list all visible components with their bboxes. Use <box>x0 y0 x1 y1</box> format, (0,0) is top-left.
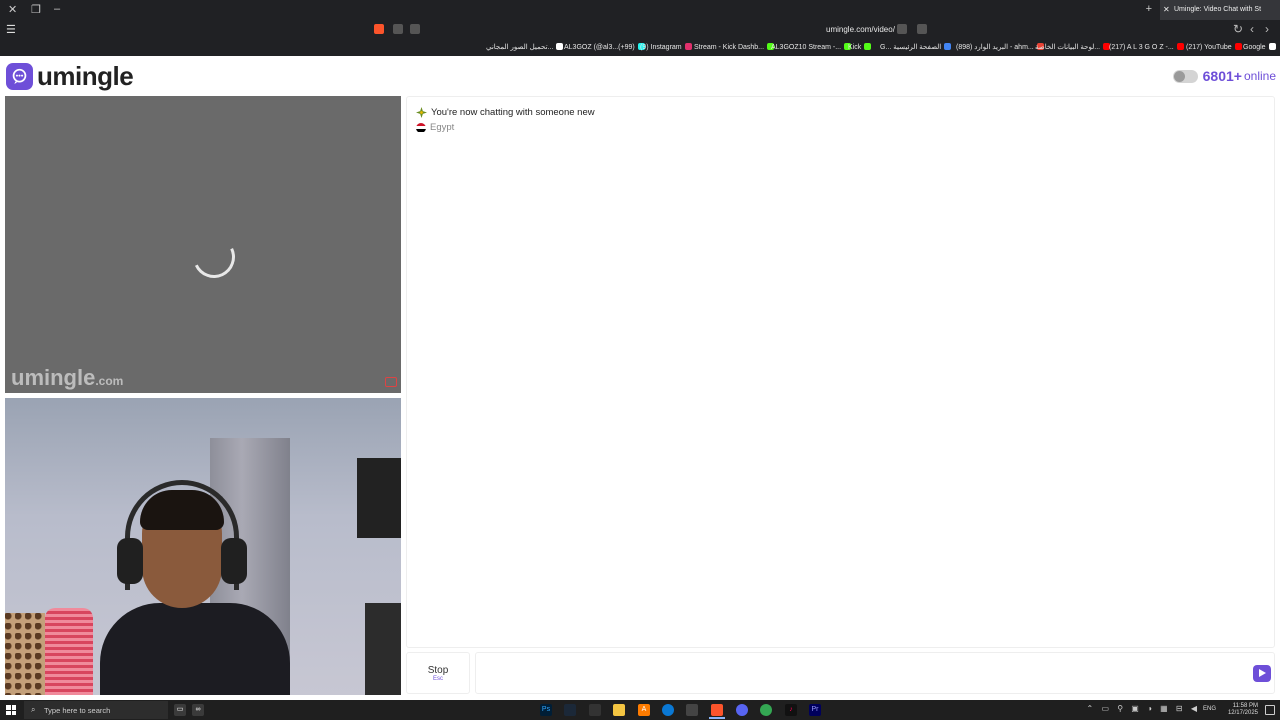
browser-address-bar: ☰ umingle.com/video/ ↻ ‹ › <box>0 20 1280 40</box>
google-icon <box>1268 43 1276 50</box>
bookmark-item[interactable]: (898) البريد الوارد - ahm... <box>956 43 1044 51</box>
widgets-icon[interactable]: ∞ <box>192 704 204 716</box>
system-tray-icons[interactable]: ⌃ ▭ ⚲ ▣ ◑ ▦ ⊟ ◀ <box>1087 704 1200 713</box>
youtube-icon <box>1176 43 1184 50</box>
bookmark-item[interactable]: Kick <box>848 43 872 51</box>
task-view-icon[interactable]: ▭ <box>174 704 186 716</box>
brave-icon[interactable] <box>711 704 723 716</box>
premiere-icon[interactable]: Pr <box>809 704 821 716</box>
photoshop-icon[interactable]: Ps <box>540 704 552 716</box>
bookmark-item[interactable]: (9) Instagram <box>640 43 692 51</box>
edge-icon[interactable] <box>662 704 674 716</box>
forward-icon[interactable]: › <box>1265 22 1269 36</box>
taskbar-search-placeholder: Type here to search <box>44 706 111 715</box>
windows-start-icon[interactable] <box>6 705 16 715</box>
brave-shield-icon[interactable] <box>374 24 384 34</box>
instagram-icon <box>684 43 692 50</box>
minimize-window-icon[interactable]: – <box>54 3 60 15</box>
bookmark-item[interactable]: AL3GOZ10 Stream -... <box>771 43 852 51</box>
reload-icon[interactable]: ↻ <box>1233 22 1243 36</box>
calculator-icon[interactable] <box>589 704 601 716</box>
logo-text: umingle <box>37 60 134 91</box>
menu-icon[interactable]: ☰ <box>6 23 16 36</box>
store-icon[interactable] <box>686 704 698 716</box>
language-indicator[interactable]: ENG <box>1203 706 1216 712</box>
stop-shortcut-hint: Esc <box>432 676 443 682</box>
close-tab-icon[interactable]: ✕ <box>1163 5 1170 14</box>
file-explorer-icon[interactable] <box>613 704 625 716</box>
theme-toggle[interactable] <box>1172 69 1198 83</box>
chrome-icon[interactable] <box>760 704 772 716</box>
url-text[interactable]: umingle.com/video/ <box>826 25 895 34</box>
headset-ear-right <box>221 538 247 584</box>
bookmark-item[interactable]: AL3GOZ (@al3...(+99) <box>564 43 645 51</box>
person-body <box>100 603 290 695</box>
search-icon: ⌕ <box>31 705 36 714</box>
bookmark-item[interactable]: تحميل الصور المجاني... <box>486 43 564 51</box>
bookmark-item[interactable]: (217) A L 3 G O Z -... <box>1109 43 1184 51</box>
close-window-icon[interactable]: ✕ <box>8 3 17 16</box>
notification-icon[interactable] <box>1265 705 1275 715</box>
online-label: online <box>1243 69 1276 83</box>
self-camera-video <box>5 398 401 695</box>
headset-ear-left <box>117 538 143 584</box>
back-icon[interactable]: ‹ <box>1250 22 1254 36</box>
steam-icon[interactable] <box>564 704 576 716</box>
clock-time: 11:58 PM <box>1232 703 1258 709</box>
taskbar-search[interactable]: ⌕ Type here to search <box>24 701 168 719</box>
bookmark-item[interactable]: لوحة البيانات الخاصة... <box>1035 43 1111 51</box>
bookmark-item[interactable]: (217) YouTube <box>1186 43 1242 51</box>
active-tab[interactable]: ✕ Umingle: Video Chat with St <box>1160 0 1280 20</box>
stop-label: Stop <box>427 665 449 676</box>
stranger-video: umingle.com <box>5 96 401 393</box>
partner-country: Egypt <box>416 122 454 133</box>
online-indicator: 6801+ online <box>1172 68 1276 84</box>
system-message: You're now chatting with someone new <box>416 107 595 118</box>
site-logo[interactable]: umingle <box>6 60 134 91</box>
chat-bubble-icon <box>6 62 33 90</box>
clock[interactable]: 11:58 PM 12/17/2025 <box>1228 703 1258 717</box>
background-frame <box>357 458 401 538</box>
system-message-text: You're now chatting with someone new <box>431 107 595 118</box>
active-app-indicator <box>709 717 725 719</box>
new-tab-icon[interactable]: + <box>1146 3 1152 15</box>
stop-button[interactable]: Stop Esc <box>406 652 470 694</box>
online-count: 6801+ <box>1202 68 1242 84</box>
background-speaker <box>365 603 401 695</box>
extension-icon[interactable] <box>410 24 420 34</box>
active-tab-title: Umingle: Video Chat with St <box>1174 6 1262 13</box>
sparkle-icon <box>416 107 427 118</box>
restore-window-icon[interactable]: ❐ <box>31 3 41 16</box>
extension-icon[interactable] <box>393 24 403 34</box>
autodesk-icon[interactable]: A <box>638 704 650 716</box>
background-cushion <box>5 613 45 695</box>
bookmark-item[interactable]: Stream - Kick Dashb... <box>694 43 775 51</box>
bookmark-item[interactable]: G... الصفحة الرئيسية <box>880 43 952 51</box>
bookmark-favicon-icon <box>556 43 564 50</box>
chat-log: You're now chatting with someone new Egy… <box>406 96 1275 648</box>
tiktok-app-icon[interactable]: ♪ <box>785 704 797 716</box>
clock-date: 12/17/2025 <box>1227 710 1258 716</box>
loading-spinner-icon <box>187 230 241 284</box>
microphone-light <box>45 608 93 695</box>
video-watermark: umingle.com <box>11 365 124 390</box>
report-flag-icon[interactable] <box>385 377 397 387</box>
bookmark-icon[interactable] <box>917 24 927 34</box>
share-icon[interactable] <box>897 24 907 34</box>
kick-icon <box>864 43 872 50</box>
drive-icon <box>944 43 952 50</box>
browser-tabbar: ✕ ❐ – + ✕ Umingle: Video Chat with St <box>0 0 1280 20</box>
discord-icon[interactable] <box>736 704 748 716</box>
send-icon[interactable] <box>1253 665 1271 682</box>
bookmark-item[interactable]: Google <box>1243 43 1276 51</box>
message-input[interactable] <box>475 652 1275 694</box>
bookmarks-bar: تحميل الصور المجاني... AL3GOZ (@al3...(+… <box>0 40 1280 56</box>
country-name: Egypt <box>430 122 455 133</box>
youtube-icon <box>1234 43 1242 50</box>
egypt-flag-icon <box>416 122 426 133</box>
windows-taskbar: ⌕ Type here to search ▭ ∞ Ps A ♪ Pr ⌃ ▭ … <box>0 700 1280 720</box>
